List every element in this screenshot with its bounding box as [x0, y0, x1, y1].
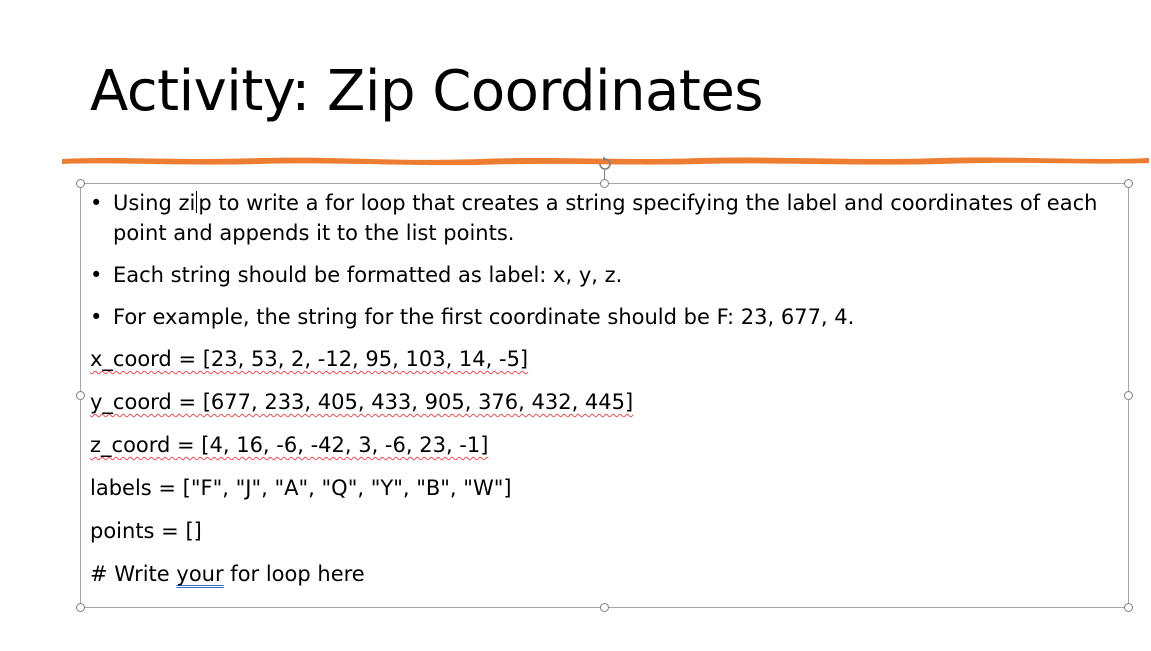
bullet-item[interactable]: • Each string should be formatted as lab…: [90, 260, 1120, 290]
code-line-labels[interactable]: labels = ["F", "J", "A", "Q", "Y", "B", …: [90, 473, 1120, 503]
bullet-text: Each string should be formatted as label…: [113, 263, 623, 287]
text-box-content[interactable]: • Using zi p to write a for loop that cre…: [90, 188, 1120, 602]
y-coord-text: y_coord = [677, 233, 405, 433, 905, 376,…: [90, 390, 634, 414]
resize-handle-top-center[interactable]: [600, 179, 609, 188]
rotate-handle-icon[interactable]: [597, 156, 613, 172]
bullet-dot-icon: •: [90, 305, 103, 329]
bullet-dot-icon: •: [90, 191, 103, 215]
code-line-z-coord[interactable]: z_coord = [4, 16, -6, -42, 3, -6, 23, -1…: [90, 430, 1120, 460]
comment-underlined-word: your: [176, 562, 224, 586]
bullet-text: For example, the string for the first co…: [113, 305, 855, 329]
bullet-text-part: Using zi: [113, 191, 196, 215]
bullet-dot-icon: •: [90, 263, 103, 287]
comment-prefix: # Write: [90, 562, 177, 586]
resize-handle-top-right[interactable]: [1124, 179, 1133, 188]
code-line-comment[interactable]: # Write your for loop here: [90, 559, 1120, 589]
resize-handle-bottom-center[interactable]: [600, 603, 609, 612]
bullet-text-part: p to write a for loop that creates a str…: [113, 191, 1098, 245]
bullet-item[interactable]: • For example, the string for the first …: [90, 302, 1120, 332]
resize-handle-bottom-right[interactable]: [1124, 603, 1133, 612]
x-coord-text: x_coord = [23, 53, 2, -12, 95, 103, 14, …: [90, 347, 529, 371]
comment-suffix: for loop here: [223, 562, 365, 586]
code-line-x-coord[interactable]: x_coord = [23, 53, 2, -12, 95, 103, 14, …: [90, 344, 1120, 374]
slide: Activity: Zip Coordinates • Using zi p to…: [0, 0, 1151, 651]
bullet-item[interactable]: • Using zi p to write a for loop that cre…: [90, 188, 1120, 248]
resize-handle-bottom-left[interactable]: [76, 603, 85, 612]
resize-handle-middle-left[interactable]: [76, 391, 85, 400]
resize-handle-middle-right[interactable]: [1124, 391, 1133, 400]
slide-title[interactable]: Activity: Zip Coordinates: [90, 56, 763, 128]
resize-handle-top-left[interactable]: [76, 179, 85, 188]
z-coord-text: z_coord = [4, 16, -6, -42, 3, -6, 23, -1…: [90, 433, 489, 457]
points-text: points = []: [90, 519, 202, 543]
labels-text: labels = ["F", "J", "A", "Q", "Y", "B", …: [90, 476, 512, 500]
code-line-y-coord[interactable]: y_coord = [677, 233, 405, 433, 905, 376,…: [90, 387, 1120, 417]
code-line-points[interactable]: points = []: [90, 516, 1120, 546]
